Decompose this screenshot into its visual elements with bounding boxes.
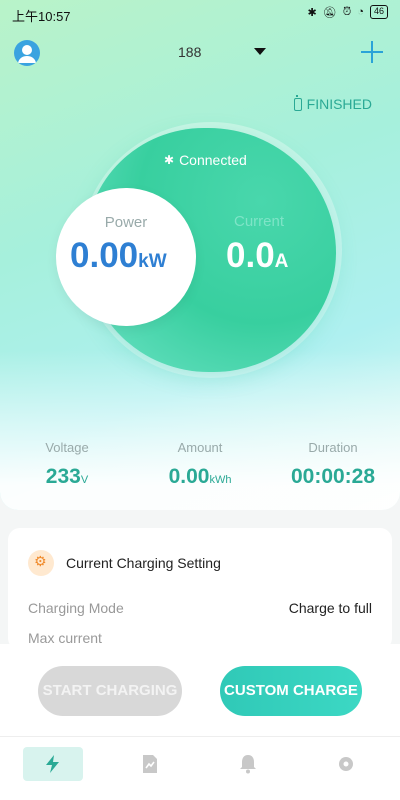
nav-item-notifications[interactable] — [218, 747, 278, 781]
amount-number: 0.00 — [168, 465, 210, 488]
battery-icon: 46 — [369, 5, 388, 19]
charging-mode-value: Charge to full — [288, 600, 372, 616]
status-time: 上午10:57 — [12, 9, 71, 24]
custom-charge-button[interactable]: CUSTOM CHARGE — [220, 666, 362, 716]
card-title: Current Charging Setting — [66, 555, 221, 571]
power-unit: kW — [138, 251, 167, 272]
settings-gear-icon — [28, 550, 54, 576]
nav-item-charge[interactable] — [23, 747, 83, 781]
current-number: 0.0 — [226, 236, 275, 275]
current-unit: A — [274, 251, 289, 272]
status-bar: 上午10:57 ✱ 🔕︎ ⏰︎ ◔ 46 — [0, 0, 400, 26]
voltage-number: 233 — [45, 465, 81, 488]
mute-icon: 🔕︎ — [322, 6, 337, 19]
amount-value: 0.00kWh — [160, 465, 240, 489]
voltage-label: Voltage — [45, 440, 89, 455]
duration-value: 00:00:28 — [290, 465, 376, 488]
status-icons: ✱ 🔕︎ ⏰︎ ◔ 46 — [308, 5, 388, 19]
amount-stat: Amount 0.00kWh — [160, 440, 240, 489]
power-readout: Power 0.00kW — [56, 188, 196, 326]
voltage-stat: Voltage 233V — [40, 440, 94, 489]
charging-status: FINISHED — [293, 94, 372, 112]
bottom-nav — [0, 736, 400, 800]
records-icon — [143, 755, 157, 773]
chevron-down-icon[interactable] — [254, 48, 266, 55]
wifi-icon: ◔ — [357, 6, 364, 18]
amount-unit: kWh — [209, 474, 232, 486]
user-icon — [18, 45, 36, 63]
voltage-unit: V — [80, 474, 89, 486]
duration-label: Duration — [308, 440, 358, 455]
power-label: Power — [104, 214, 148, 231]
nav-item-settings[interactable] — [316, 747, 376, 781]
power-number: 0.00 — [70, 236, 139, 275]
connection-status: ✱ Connected — [164, 152, 247, 168]
connection-text: Connected — [179, 152, 247, 168]
duration-stat: Duration 00:00:28 — [284, 440, 382, 489]
power-value: 0.00kW — [70, 236, 167, 276]
charging-mode-label: Charging Mode — [28, 600, 124, 616]
action-bar: START CHARGING CUSTOM CHARGE — [0, 644, 400, 736]
stats-row: Voltage 233V Amount 0.00kWh Duration 00:… — [0, 440, 400, 490]
device-select[interactable]: 188 — [178, 44, 201, 60]
plus-icon[interactable] — [360, 40, 384, 64]
start-charging-button[interactable]: START CHARGING — [38, 666, 182, 716]
current-label: Current — [234, 213, 285, 230]
battery-status-icon — [293, 94, 302, 111]
settings-icon — [339, 757, 353, 771]
nav-item-records[interactable] — [120, 747, 180, 781]
bluetooth-icon: ✱ — [164, 153, 175, 167]
charging-settings-card: Current Charging Setting Charging Mode C… — [8, 528, 392, 650]
bluetooth-icon: ✱ — [307, 6, 317, 19]
avatar[interactable] — [14, 40, 40, 66]
amount-label: Amount — [177, 440, 223, 455]
voltage-value: 233V — [40, 465, 94, 489]
charging-status-text: FINISHED — [306, 96, 372, 112]
notifications-icon — [240, 755, 256, 774]
alarm-icon: ⏰︎ — [342, 5, 352, 18]
current-value: 0.0A — [226, 236, 288, 276]
charge-icon — [46, 755, 59, 773]
